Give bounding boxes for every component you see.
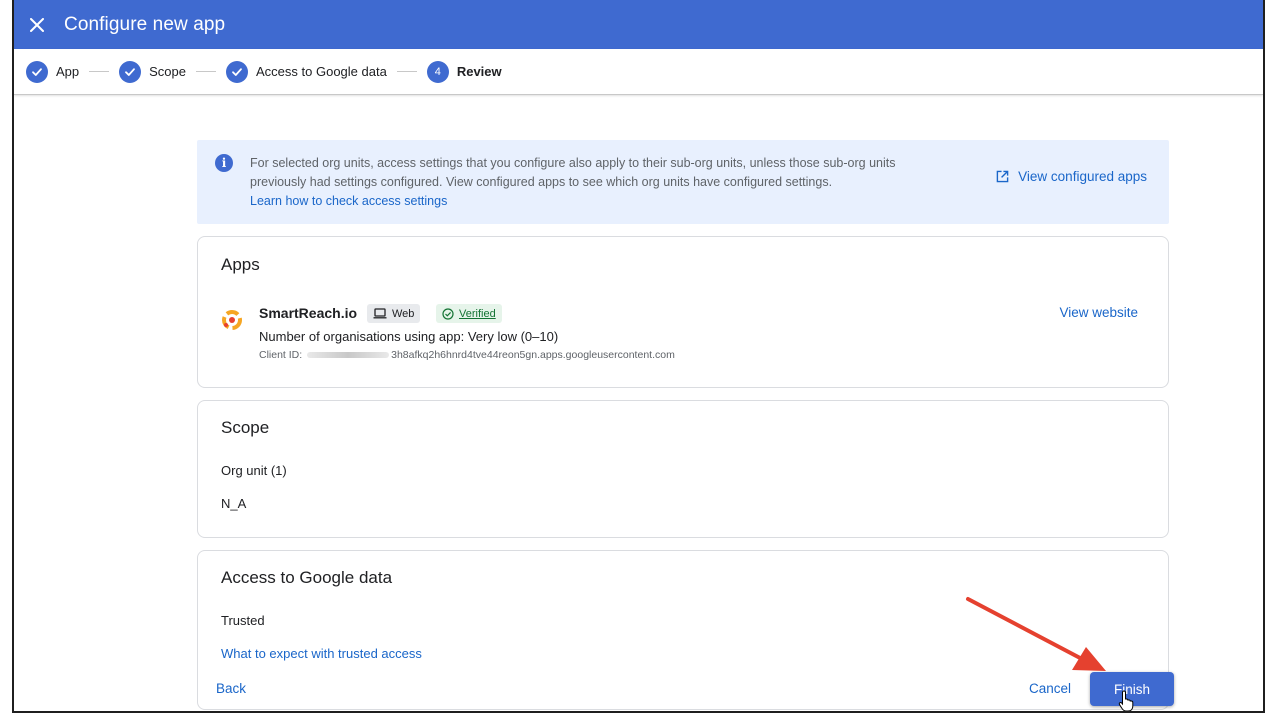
platform-chip-label: Web <box>392 307 415 320</box>
stepper: App Scope Access to Google data 4 Review <box>14 49 1263 95</box>
check-icon <box>119 60 142 83</box>
open-in-new-icon <box>996 170 1009 183</box>
platform-chip: Web <box>367 304 421 323</box>
step-divider <box>196 71 217 72</box>
close-icon <box>30 17 44 32</box>
check-circle-icon <box>442 307 454 320</box>
review-content: i For selected org units, access setting… <box>197 140 1169 710</box>
page-title: Configure new app <box>64 13 226 35</box>
step-label: Review <box>456 64 502 79</box>
view-website-link[interactable]: View website <box>1059 305 1138 320</box>
laptop-icon <box>373 308 387 319</box>
check-icon <box>26 60 48 83</box>
scope-card-title: Scope <box>221 418 270 437</box>
step-label: App <box>56 64 80 79</box>
client-id: Client ID: 3h8afkq2h6hnrd4tve44reon5gn.a… <box>259 349 675 361</box>
cancel-button[interactable]: Cancel <box>1029 681 1071 696</box>
step-review[interactable]: 4 Review <box>426 60 502 83</box>
step-app[interactable]: App <box>26 60 80 83</box>
trusted-access-link[interactable]: What to expect with trusted access <box>221 646 422 661</box>
client-id-value: 3h8afkq2h6hnrd4tve44reon5gn.apps.googleu… <box>391 349 675 361</box>
hand-cursor-icon <box>1118 690 1134 711</box>
info-banner: i For selected org units, access setting… <box>197 140 1169 224</box>
view-configured-apps-link[interactable]: View configured apps <box>996 167 1147 186</box>
access-status: Trusted <box>221 613 265 628</box>
app-window: Configure new app App Scope Access to Go… <box>12 0 1265 713</box>
step-divider <box>89 71 110 72</box>
back-button[interactable]: Back <box>216 681 246 696</box>
verified-chip-label: Verified <box>459 307 496 320</box>
step-scope[interactable]: Scope <box>119 60 187 83</box>
check-icon <box>226 60 249 83</box>
info-icon: i <box>215 154 233 172</box>
apps-card: Apps SmartReach.io Web Verified Number o… <box>197 236 1169 388</box>
client-id-label: Client ID: <box>259 349 303 361</box>
banner-message: For selected org units, access settings … <box>250 156 896 189</box>
scope-card: Scope Org unit (1) N_A <box>197 400 1169 538</box>
access-card-title: Access to Google data <box>221 568 393 587</box>
banner-text: For selected org units, access settings … <box>250 154 950 211</box>
step-number: 4 <box>426 60 449 83</box>
view-configured-apps-label: View configured apps <box>1018 169 1147 184</box>
footer-actions: Back Cancel Finish <box>14 660 1263 711</box>
close-button[interactable] <box>26 14 48 36</box>
org-unit-value: N_A <box>221 496 247 511</box>
step-label: Access to Google data <box>256 64 387 79</box>
step-label: Scope <box>149 64 187 79</box>
apps-card-title: Apps <box>221 255 260 274</box>
redacted-mark <box>307 352 390 359</box>
learn-access-settings-link[interactable]: Learn how to check access settings <box>250 194 447 208</box>
org-unit-label: Org unit (1) <box>221 463 287 478</box>
step-divider <box>396 71 417 72</box>
app-org-usage: Number of organisations using app: Very … <box>259 329 559 344</box>
verified-chip[interactable]: Verified <box>436 304 502 323</box>
smartreach-logo-icon <box>222 310 242 330</box>
app-name: SmartReach.io <box>259 305 358 321</box>
top-app-bar: Configure new app <box>14 0 1263 49</box>
step-access[interactable]: Access to Google data <box>226 60 387 83</box>
